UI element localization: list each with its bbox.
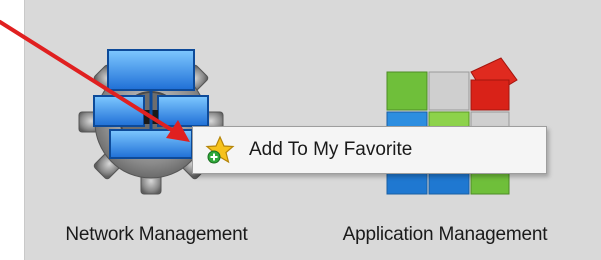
context-menu: Add To My Favorite [192, 126, 547, 174]
menu-item-add-to-favorite[interactable]: Add To My Favorite [197, 131, 542, 169]
menu-item-label: Add To My Favorite [249, 139, 413, 160]
star-add-icon [205, 135, 235, 164]
app-label-network-management: Network Management [65, 224, 248, 245]
app-label-application-management: Application Management [342, 224, 548, 245]
network-gear-icon [78, 49, 224, 195]
